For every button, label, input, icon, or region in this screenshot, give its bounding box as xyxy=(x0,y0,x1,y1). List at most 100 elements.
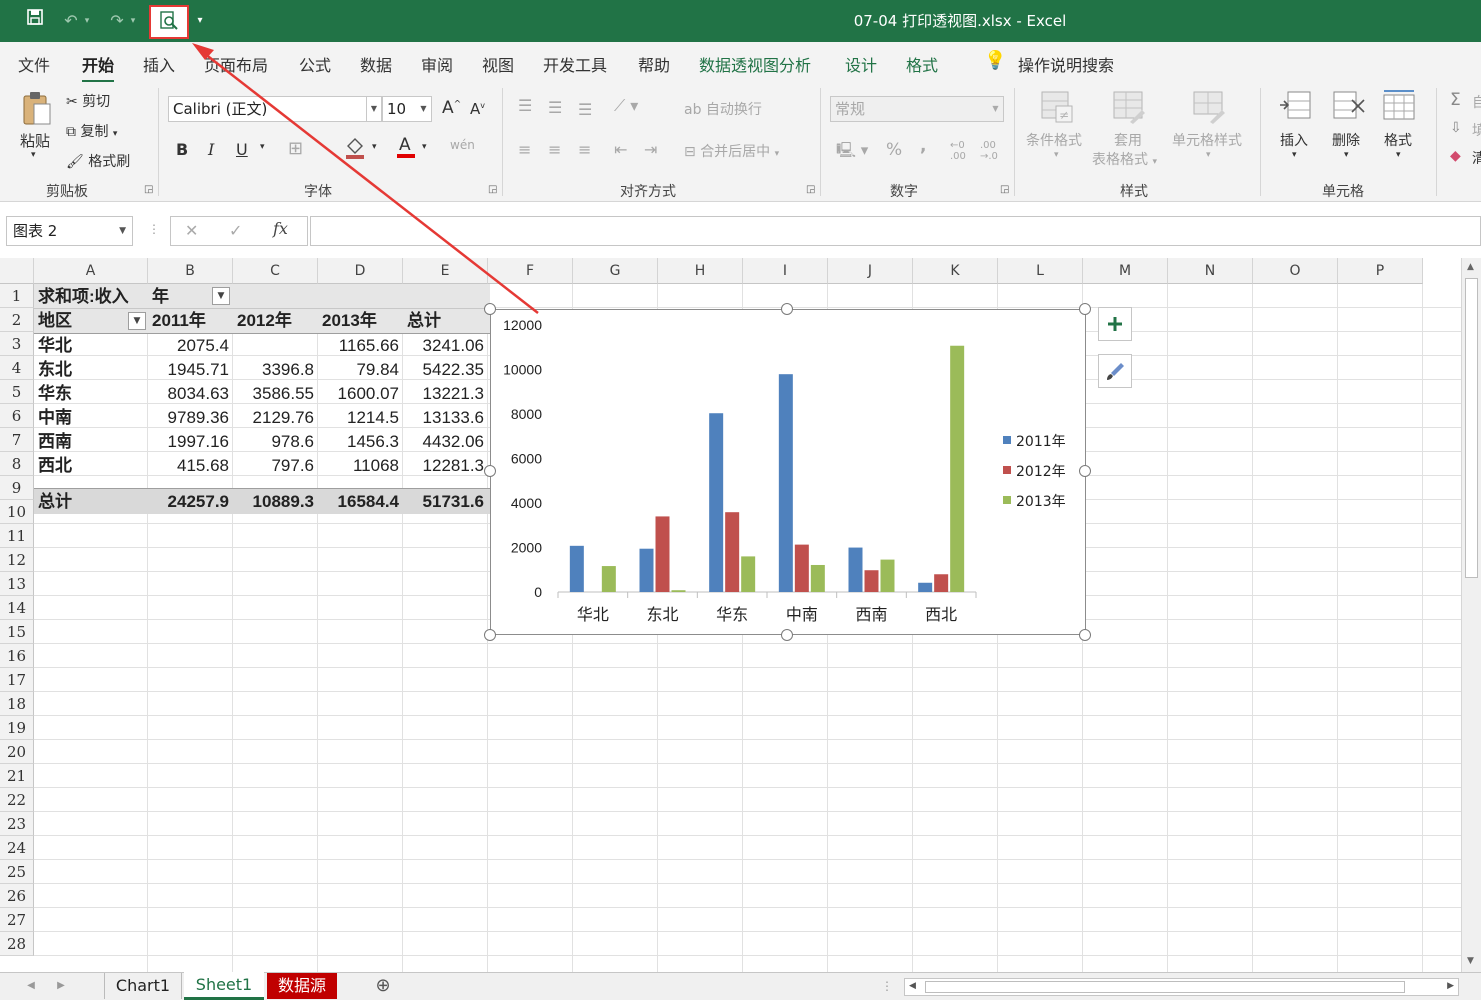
row-header-27[interactable]: 27 xyxy=(0,908,34,932)
pivot-cell[interactable] xyxy=(233,334,318,358)
scroll-down-icon[interactable]: ▼ xyxy=(1467,956,1474,966)
horizontal-scrollbar[interactable]: ◀ ▶ xyxy=(904,978,1459,996)
resize-handle-nw[interactable] xyxy=(484,303,496,315)
column-header-l[interactable]: L xyxy=(998,258,1083,284)
row-header-20[interactable]: 20 xyxy=(0,740,34,764)
vertical-scroll-thumb[interactable] xyxy=(1465,278,1478,578)
fill-icon[interactable]: ⇩ xyxy=(1450,120,1462,136)
font-launcher-icon[interactable]: ◲ xyxy=(488,184,497,195)
pivot-cell[interactable]: 79.84 xyxy=(318,358,403,382)
row-header-25[interactable]: 25 xyxy=(0,860,34,884)
tab-design[interactable]: 设计 xyxy=(845,52,877,76)
font-size-select[interactable]: 10 ▼ xyxy=(382,96,432,122)
autosum-icon[interactable]: Σ xyxy=(1450,90,1461,110)
tab-formulas[interactable]: 公式 xyxy=(299,52,331,76)
column-header-i[interactable]: I xyxy=(743,258,828,284)
horizontal-scroll-thumb[interactable] xyxy=(925,981,1405,993)
row-header-23[interactable]: 23 xyxy=(0,812,34,836)
resize-handle-e[interactable] xyxy=(1079,465,1091,477)
row-header-24[interactable]: 24 xyxy=(0,836,34,860)
insert-cells-button[interactable]: 插入 xyxy=(1280,130,1308,150)
chart-elements-button[interactable] xyxy=(1098,307,1132,341)
delete-cells-button[interactable]: 删除 xyxy=(1332,130,1360,150)
grand-total-label[interactable]: 总计 xyxy=(34,490,148,514)
column-header-f[interactable]: F xyxy=(488,258,573,284)
insert-function-button[interactable]: fx xyxy=(273,219,288,238)
pivot-cell[interactable]: 13133.6 xyxy=(403,406,488,430)
row-header-18[interactable]: 18 xyxy=(0,692,34,716)
column-header-o[interactable]: O xyxy=(1253,258,1338,284)
pivot-chart[interactable]: 0 2000 4000 6000 8000 10000 12000 华北 东北 华东 中南 西南 西北 2… xyxy=(490,309,1086,635)
row-header-22[interactable]: 22 xyxy=(0,788,34,812)
name-box[interactable]: 图表 2 ▼ xyxy=(6,216,133,246)
select-all-corner[interactable] xyxy=(0,258,34,284)
alignment-launcher-icon[interactable]: ◲ xyxy=(806,184,815,195)
resize-handle-se[interactable] xyxy=(1079,629,1091,641)
tab-home[interactable]: 开始 xyxy=(82,52,115,83)
fill-label[interactable]: 填 xyxy=(1472,120,1481,140)
grand-total-2013[interactable]: 16584.4 xyxy=(318,490,403,514)
pivot-cell[interactable]: 1165.66 xyxy=(318,334,403,358)
chevron-down-icon[interactable]: ▼ xyxy=(119,217,126,245)
splitter-icon[interactable]: ⋮ xyxy=(148,222,160,236)
col-header-2013[interactable]: 2013年 xyxy=(318,309,381,333)
row-header-21[interactable]: 21 xyxy=(0,764,34,788)
sheet-tab-datasource[interactable]: 数据源 xyxy=(267,973,337,999)
formula-input[interactable] xyxy=(310,216,1481,246)
row-header-14[interactable]: 14 xyxy=(0,596,34,620)
merge-center-button[interactable]: ⊟ 合并后居中 ▾ xyxy=(684,141,779,161)
resize-handle-sw[interactable] xyxy=(484,629,496,641)
column-header-h[interactable]: H xyxy=(658,258,743,284)
pivot-cell[interactable]: 1214.5 xyxy=(318,406,403,430)
pivot-cell[interactable]: 3586.55 xyxy=(233,382,318,406)
row-filter-icon[interactable]: ▼ xyxy=(128,312,146,330)
number-format-select[interactable]: 常规 ▼ xyxy=(830,96,1004,122)
pivot-value-field[interactable]: 求和项:收入 xyxy=(34,285,133,309)
percent-button[interactable]: % xyxy=(886,140,902,160)
grand-total-2012[interactable]: 10889.3 xyxy=(233,490,318,514)
column-header-b[interactable]: B xyxy=(148,258,233,284)
row-header-9[interactable]: 9 xyxy=(0,476,34,500)
tab-view[interactable]: 视图 xyxy=(482,52,514,76)
scroll-right-icon[interactable]: ▶ xyxy=(1447,981,1454,991)
undo-dropdown-icon[interactable]: ▾ xyxy=(80,8,94,34)
eraser-icon[interactable]: ◆ xyxy=(1450,148,1461,164)
row-header-10[interactable]: 10 xyxy=(0,500,34,524)
phonetic-icon[interactable]: wén xyxy=(450,138,475,152)
pivot-cell[interactable]: 13221.3 xyxy=(403,382,488,406)
column-header-j[interactable]: J xyxy=(828,258,913,284)
grow-font-icon[interactable]: A^ xyxy=(442,98,461,118)
column-header-d[interactable]: D xyxy=(318,258,403,284)
increase-decimal-icon[interactable]: ←0.00 xyxy=(950,140,966,162)
pivot-cell[interactable]: 12281.3 xyxy=(403,454,488,478)
row-header-17[interactable]: 17 xyxy=(0,668,34,692)
column-header-a[interactable]: A xyxy=(34,258,148,284)
clipboard-launcher-icon[interactable]: ◲ xyxy=(144,184,153,195)
align-top-icon[interactable]: ☰ xyxy=(518,96,532,115)
comma-button[interactable]: , xyxy=(920,136,926,156)
column-header-p[interactable]: P xyxy=(1338,258,1423,284)
paste-dropdown-icon[interactable]: ▾ xyxy=(31,150,36,160)
tab-file[interactable]: 文件 xyxy=(18,52,50,76)
fill-color-button[interactable] xyxy=(344,136,366,164)
pivot-cell[interactable]: 1456.3 xyxy=(318,430,403,454)
align-right-icon[interactable]: ≡ xyxy=(578,140,591,159)
grand-total-all[interactable]: 51731.6 xyxy=(403,490,488,514)
save-icon[interactable] xyxy=(22,8,48,34)
sheet-tab-sheet1[interactable]: Sheet1 xyxy=(184,972,264,1000)
grand-total-2011[interactable]: 24257.9 xyxy=(148,490,233,514)
column-header-n[interactable]: N xyxy=(1168,258,1253,284)
row-header-16[interactable]: 16 xyxy=(0,644,34,668)
pivot-row-field[interactable]: 地区 xyxy=(34,309,76,333)
column-header-c[interactable]: C xyxy=(233,258,318,284)
increase-indent-icon[interactable]: ⇥ xyxy=(644,140,657,159)
tab-page-layout[interactable]: 页面布局 xyxy=(204,52,268,76)
italic-button[interactable]: I xyxy=(208,140,214,159)
pivot-cell[interactable]: 1945.71 xyxy=(148,358,233,382)
pivot-col-field[interactable]: 年 xyxy=(148,285,173,309)
tab-data[interactable]: 数据 xyxy=(360,52,392,76)
number-launcher-icon[interactable]: ◲ xyxy=(1000,184,1009,195)
paste-button[interactable]: 粘贴 xyxy=(20,130,50,151)
shrink-font-icon[interactable]: Av xyxy=(470,100,485,118)
font-color-button[interactable]: A xyxy=(396,134,416,164)
